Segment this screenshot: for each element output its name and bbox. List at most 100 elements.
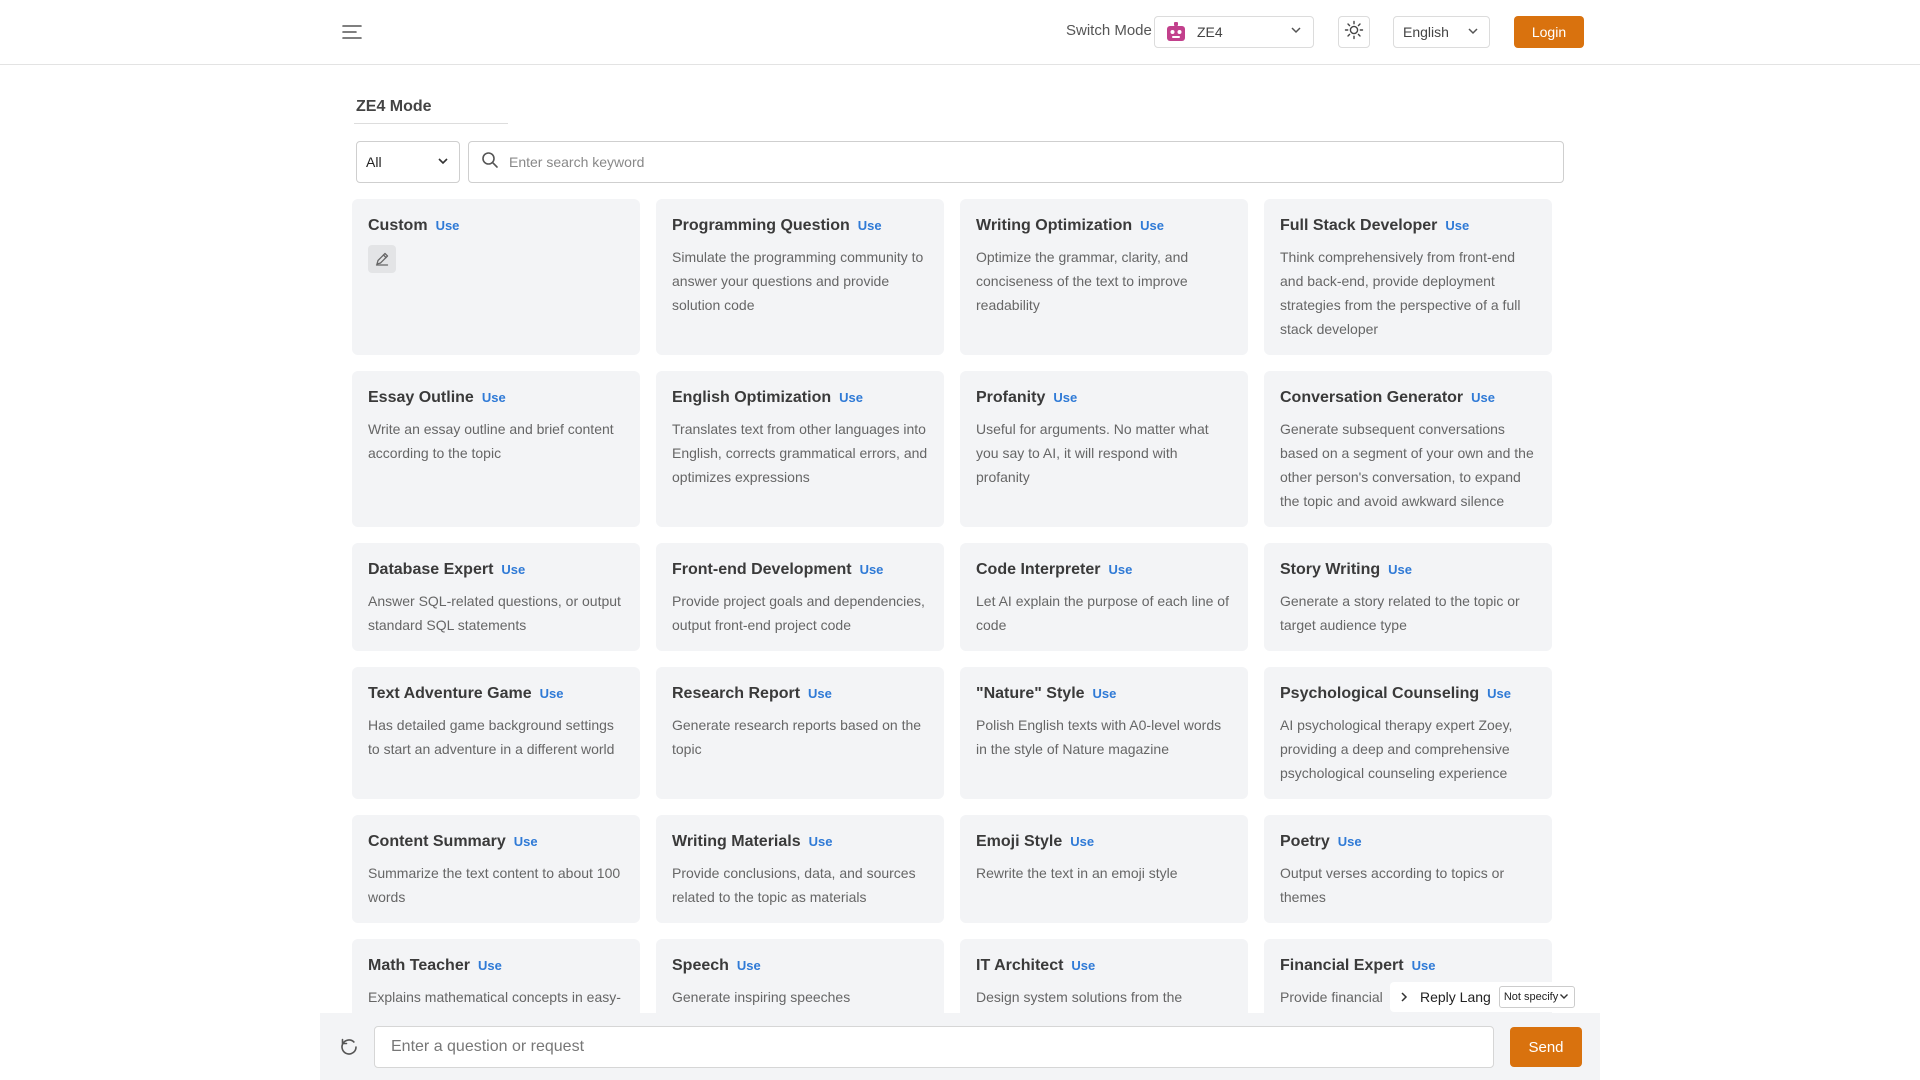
mode-card-header: Poetry Use [1280, 833, 1536, 851]
use-button[interactable]: Use [514, 834, 538, 849]
mode-select-value: ZE4 [1197, 24, 1223, 40]
mode-card[interactable]: Content Summary Use Summarize the text con… [352, 815, 640, 923]
use-button[interactable]: Use [1338, 834, 1362, 849]
mode-card[interactable]: Custom Use [352, 199, 640, 355]
use-button[interactable]: Use [808, 686, 832, 701]
mode-card-description: Think comprehensively from front-end and… [1280, 249, 1521, 337]
mode-card-description: Let AI explain the purpose of each line … [976, 593, 1229, 633]
mode-card[interactable]: IT Architect Use Design system solutions f… [960, 939, 1248, 1013]
chevron-down-icon [1289, 23, 1303, 42]
use-button[interactable]: Use [540, 686, 564, 701]
mode-card-title: Research Report [672, 685, 801, 702]
mode-card-description: Polish English texts with A0-level words… [976, 717, 1222, 757]
question-input[interactable] [374, 1026, 1494, 1068]
search-box [468, 141, 1564, 183]
mode-card[interactable]: Poetry Use Output verses according to topi… [1264, 815, 1552, 923]
mode-card[interactable]: Psychological Counseling Use AI psychologi… [1264, 667, 1552, 799]
mode-card-header: Math Teacher Use [368, 957, 624, 975]
mode-card[interactable]: Emoji Style Use Rewrite the text in an emo… [960, 815, 1248, 923]
mode-card[interactable]: Database Expert Use Answer SQL-related que… [352, 543, 640, 651]
input-bar: Send [320, 1013, 1600, 1080]
edit-icon[interactable] [368, 245, 396, 273]
mode-card[interactable]: Programming Question Use Simulate the prog… [656, 199, 944, 355]
mode-card-description: Translates text from other languages int… [672, 421, 928, 485]
use-button[interactable]: Use [436, 218, 460, 233]
mode-card-header: Content Summary Use [368, 833, 624, 851]
mode-card[interactable]: "Nature" Style Use Polish English texts wi… [960, 667, 1248, 799]
mode-card-title: Custom [368, 217, 428, 234]
mode-card[interactable]: English Optimization Use Translates text f… [656, 371, 944, 527]
mode-card-title: "Nature" Style [976, 685, 1085, 702]
mode-card[interactable]: Speech Use Generate inspiring speeches [656, 939, 944, 1013]
mode-card-title: Math Teacher [368, 957, 470, 974]
sun-icon [1344, 20, 1364, 45]
mode-card[interactable]: Front-end Development Use Provide project … [656, 543, 944, 651]
use-button[interactable]: Use [1071, 958, 1095, 973]
mode-card-description: Generate research reports based on the t… [672, 717, 922, 757]
chevron-down-icon [1558, 990, 1570, 1005]
use-button[interactable]: Use [1140, 218, 1164, 233]
use-button[interactable]: Use [858, 218, 882, 233]
login-button[interactable]: Login [1514, 16, 1584, 48]
use-button[interactable]: Use [839, 390, 863, 405]
refresh-icon[interactable] [338, 1036, 360, 1058]
use-button[interactable]: Use [860, 562, 884, 577]
send-button[interactable]: Send [1510, 1027, 1582, 1067]
mode-card[interactable]: Writing Optimization Use Optimize the gram… [960, 199, 1248, 355]
mode-card[interactable]: Story Writing Use Generate a story related… [1264, 543, 1552, 651]
mode-card[interactable]: Conversation Generator Use Generate subseq… [1264, 371, 1552, 527]
use-button[interactable]: Use [1471, 390, 1495, 405]
mode-card-description: Provide project goals and dependencies, … [672, 593, 925, 633]
mode-card-header: Text Adventure Game Use [368, 685, 624, 703]
mode-card-header: Financial Expert Use [1280, 957, 1536, 975]
category-select[interactable]: All [356, 141, 460, 183]
language-select[interactable]: English [1393, 16, 1490, 48]
language-select-value: English [1403, 24, 1449, 40]
mode-card[interactable]: Code Interpreter Use Let AI explain the pu… [960, 543, 1248, 651]
use-button[interactable]: Use [478, 958, 502, 973]
mode-card-header: IT Architect Use [976, 957, 1232, 975]
use-button[interactable]: Use [1053, 390, 1077, 405]
menu-icon[interactable] [340, 20, 364, 44]
use-button[interactable]: Use [501, 562, 525, 577]
mode-card-description: Explains mathematical concepts in easy- [368, 989, 621, 1005]
mode-card-description: Design system solutions from the [976, 989, 1183, 1005]
use-button[interactable]: Use [1093, 686, 1117, 701]
theme-toggle-button[interactable] [1338, 16, 1370, 48]
title-divider [354, 123, 508, 124]
use-button[interactable]: Use [809, 834, 833, 849]
use-button[interactable]: Use [1070, 834, 1094, 849]
mode-card-header: Front-end Development Use [672, 561, 928, 579]
use-button[interactable]: Use [737, 958, 761, 973]
mode-card-header: English Optimization Use [672, 389, 928, 407]
mode-card-title: Story Writing [1280, 561, 1381, 578]
mode-card-header: Writing Optimization Use [976, 217, 1232, 235]
use-button[interactable]: Use [1388, 562, 1412, 577]
use-button[interactable]: Use [1108, 562, 1132, 577]
use-button[interactable]: Use [1487, 686, 1511, 701]
use-button[interactable]: Use [482, 390, 506, 405]
mode-card-title: Programming Question [672, 217, 850, 234]
mode-card-header: Programming Question Use [672, 217, 928, 235]
chevron-right-icon[interactable] [1396, 989, 1412, 1005]
mode-card[interactable]: Profanity Use Useful for arguments. No mat… [960, 371, 1248, 527]
mode-card-description: Generate subsequent conversations based … [1280, 421, 1534, 509]
use-button[interactable]: Use [1445, 218, 1469, 233]
mode-card[interactable]: Research Report Use Generate research repo… [656, 667, 944, 799]
mode-select[interactable]: ZE4 [1154, 16, 1314, 48]
mode-card-header: Writing Materials Use [672, 833, 928, 851]
mode-card[interactable]: Text Adventure Game Use Has detailed game … [352, 667, 640, 799]
mode-card[interactable]: Writing Materials Use Provide conclusions,… [656, 815, 944, 923]
mode-card-title: Text Adventure Game [368, 685, 532, 702]
mode-card[interactable]: Full Stack Developer Use Think comprehensi… [1264, 199, 1552, 355]
mode-card-title: Content Summary [368, 833, 506, 850]
mode-card-description: Optimize the grammar, clarity, and conci… [976, 249, 1189, 313]
mode-card[interactable]: Essay Outline Use Write an essay outline a… [352, 371, 640, 527]
reply-language-select[interactable]: Not specify [1498, 986, 1576, 1008]
mode-card-description: Rewrite the text in an emoji style [976, 865, 1178, 881]
search-input[interactable] [509, 154, 1551, 170]
mode-card[interactable]: Math Teacher Use Explains mathematical con… [352, 939, 640, 1013]
use-button[interactable]: Use [1412, 958, 1436, 973]
mode-card-title: Front-end Development [672, 561, 852, 578]
mode-card-description: Output verses according to topics or the… [1280, 865, 1505, 905]
